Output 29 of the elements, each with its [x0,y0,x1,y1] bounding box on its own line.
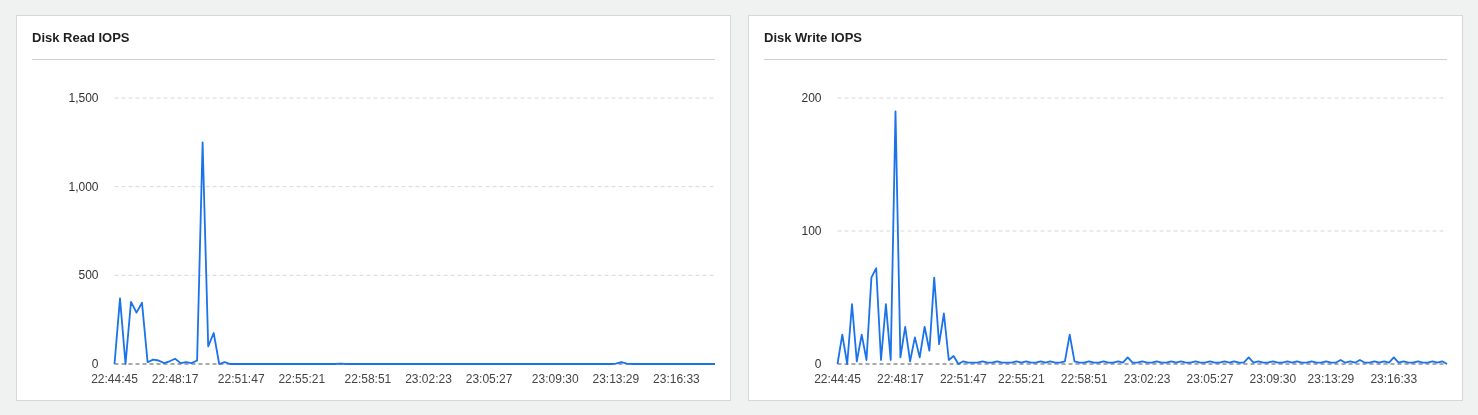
axis-tick-label: 23:16:33 [1370,372,1418,386]
axis-tick-label: 0 [91,357,99,371]
axis-tick-label: 23:05:27 [465,372,513,386]
axis-tick-label: 100 [801,224,822,238]
card-title: Disk Read IOPS [32,28,130,47]
card-title: Disk Write IOPS [764,28,862,47]
axis-tick-label: 200 [801,91,822,105]
axis-tick-label: 22:44:45 [91,372,138,386]
axis-tick-label: 23:13:29 [592,372,640,386]
axis-tick-label: 23:02:23 [405,372,452,386]
axis-tick-label: 23:09:30 [531,372,579,386]
axis-tick-label: 22:51:47 [939,372,987,386]
axis-tick-label: 22:55:21 [997,372,1045,386]
axis-tick-label: 1,500 [68,91,99,105]
axis-tick-label: 22:51:47 [217,372,265,386]
axis-tick-label: 23:13:29 [1307,372,1355,386]
axis-tick-label: 22:58:51 [1060,372,1108,386]
axis-tick-label: 22:44:45 [814,372,861,386]
axis-tick-label: 0 [814,357,822,371]
axis-tick-label: 1,000 [68,179,99,194]
axis-tick-label: 23:05:27 [1186,372,1234,386]
axis-tick-label: 23:16:33 [653,372,700,386]
axis-tick-label: 500 [78,268,99,283]
axis-tick-label: 22:58:51 [344,372,392,386]
axis-tick-label: 22:48:17 [151,372,199,386]
axis-tick-label: 23:02:23 [1123,372,1171,386]
axis-tick-label: 23:09:30 [1249,372,1297,386]
axis-tick-label: 22:55:21 [278,372,326,386]
axis-tick-label: 22:48:17 [877,372,924,386]
